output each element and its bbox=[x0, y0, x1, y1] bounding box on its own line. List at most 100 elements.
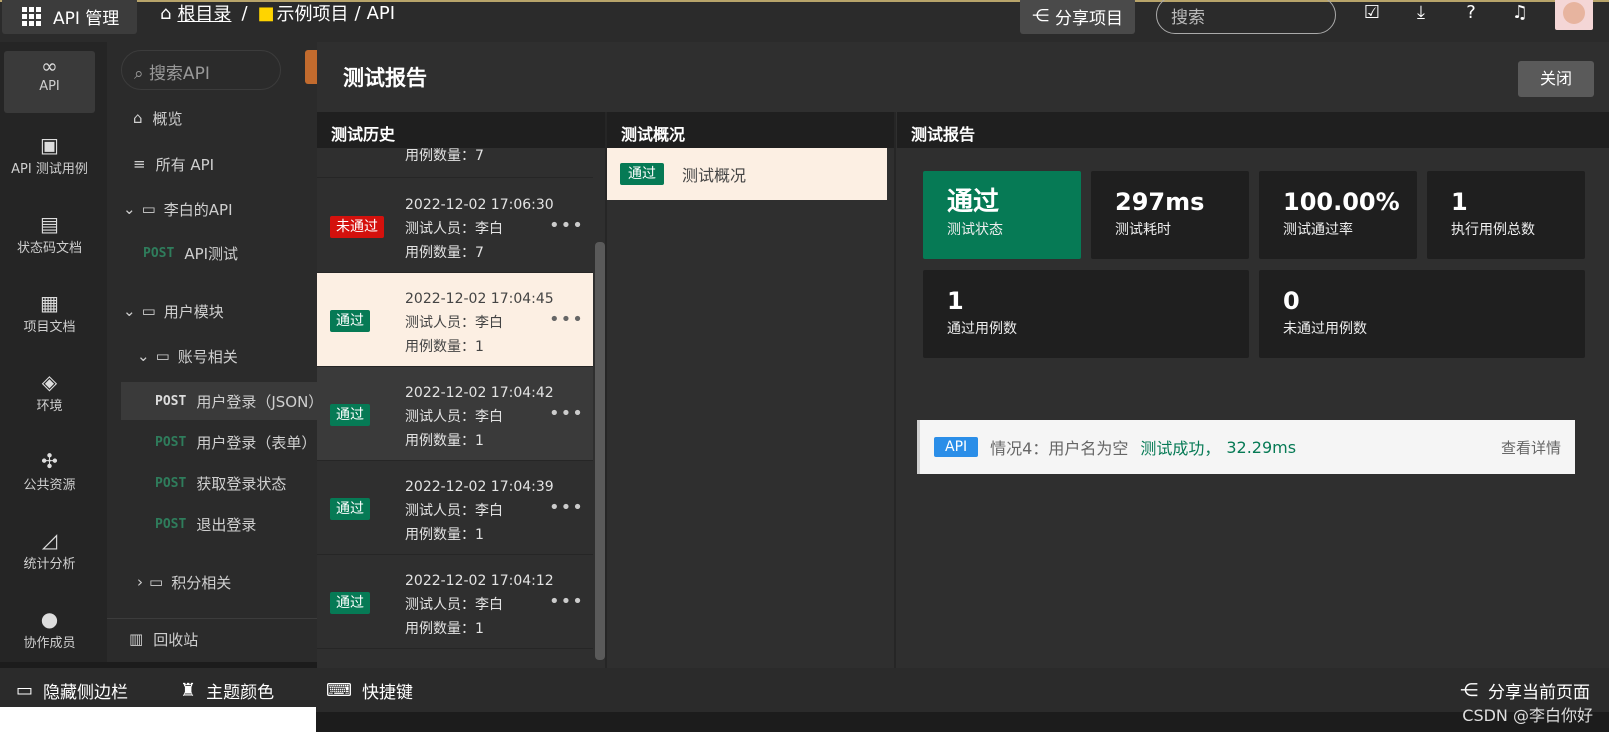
shirt-icon: ♜ bbox=[180, 680, 197, 701]
rail-item-public-resources[interactable]: ✣ 公共资源 bbox=[4, 446, 95, 508]
clipboard-check-icon: ▣ bbox=[40, 133, 59, 157]
tree-api-item[interactable]: POST 退出登录 bbox=[107, 505, 317, 543]
sidebar-icon: ▭ bbox=[16, 680, 34, 701]
api-tag: API bbox=[934, 437, 979, 457]
case-result-row[interactable]: API 情况4：用户名为空 测试成功， 32.29ms 查看详情 bbox=[917, 420, 1575, 474]
overview-item[interactable]: 通过 测试概况 bbox=[607, 148, 887, 200]
history-item[interactable]: 通过 2022-12-02 17:04:12 测试人员：李白 用例数量：1 ••… bbox=[317, 555, 593, 649]
case-status: 测试成功， bbox=[1140, 439, 1221, 458]
history-item[interactable]: 通过 2022-12-02 17:04:45 测试人员：李白 用例数量：1 ••… bbox=[317, 273, 593, 367]
close-button[interactable]: 关闭 bbox=[1518, 61, 1594, 97]
history-item[interactable]: 通过 2022-12-02 17:04:42 测试人员：李白 用例数量：1 ••… bbox=[317, 367, 593, 461]
breadcrumb-root[interactable]: 根目录 bbox=[177, 0, 231, 26]
user-icon: ● bbox=[40, 607, 59, 631]
breadcrumb-api: API bbox=[366, 2, 396, 24]
rail-item-api[interactable]: ∞ API bbox=[4, 51, 95, 113]
tree-folder-user[interactable]: ⌄ ▭ 用户模块 bbox=[107, 292, 317, 330]
tree-folder-points[interactable]: › ▭ 积分相关 bbox=[107, 563, 317, 601]
more-icon[interactable]: ••• bbox=[549, 591, 584, 612]
home-icon: ⌂ bbox=[160, 2, 172, 24]
stat-card-total-cases: 1 执行用例总数 bbox=[1427, 171, 1585, 259]
tree-folder-account[interactable]: ⌄ ▭ 账号相关 bbox=[107, 337, 317, 375]
rail-item-statistics[interactable]: ◿ 统计分析 bbox=[4, 525, 95, 587]
api-manage-button[interactable]: API 管理 bbox=[2, 0, 137, 34]
history-item-details: 2022-12-02 17:04:39 测试人员：李白 用例数量：1 bbox=[405, 479, 554, 543]
status-badge: 通过 bbox=[330, 404, 370, 426]
tree-api-item[interactable]: POST 获取登录状态 bbox=[107, 464, 317, 502]
history-item-details: 2022-12-02 17:04:45 测试人员：李白 用例数量：1 bbox=[405, 291, 554, 355]
chevron-down-icon: ⌄ bbox=[123, 302, 136, 320]
stat-card-failed-cases: 0 未通过用例数 bbox=[1259, 270, 1585, 358]
status-badge: 通过 bbox=[330, 498, 370, 520]
search-input[interactable]: 搜索 bbox=[1156, 0, 1336, 34]
tree-item-overview[interactable]: ⌂ 概览 bbox=[107, 99, 317, 137]
stat-card-duration: 297ms 测试耗时 bbox=[1091, 171, 1249, 259]
history-item-details: 2022-12-02 17:04:42 测试人员：李白 用例数量：1 bbox=[405, 385, 554, 449]
list-icon: ≡ bbox=[133, 155, 146, 173]
shortcuts-button[interactable]: ⌨ 快捷键 bbox=[326, 678, 413, 703]
theme-color-button[interactable]: ♜ 主题颜色 bbox=[180, 678, 274, 703]
search-icon: ⌕ bbox=[134, 64, 149, 84]
chevron-down-icon: ⌄ bbox=[137, 347, 150, 365]
apps-grid-icon bbox=[22, 6, 41, 26]
stat-card-pass-rate: 100.00% 测试通过率 bbox=[1259, 171, 1417, 259]
trash-icon: ▥ bbox=[129, 630, 144, 648]
gift-icon: ■ bbox=[257, 2, 275, 24]
history-item[interactable]: 用例数量：7 bbox=[317, 148, 593, 178]
tree-api-item[interactable]: POST 用户登录（表单） bbox=[107, 423, 317, 461]
more-icon[interactable]: ••• bbox=[549, 309, 584, 330]
column-header-history: 测试历史 bbox=[317, 112, 606, 148]
overview-label: 测试概况 bbox=[682, 166, 747, 185]
column-header-overview: 测试概况 bbox=[607, 112, 894, 148]
rail-item-status-codes[interactable]: ▤ 状态码文档 bbox=[4, 209, 95, 271]
download-icon[interactable]: ⤓ bbox=[1409, 2, 1433, 26]
tree-item-all-api[interactable]: ≡ 所有 API bbox=[107, 145, 317, 183]
folder-icon: ▭ bbox=[141, 200, 156, 218]
divider bbox=[107, 618, 317, 619]
case-name: 情况4：用户名为空 bbox=[990, 439, 1129, 458]
share-icon: ⋲ bbox=[1032, 6, 1049, 26]
checklist-icon[interactable]: ☑ bbox=[1360, 2, 1384, 26]
document-icon: ▤ bbox=[40, 212, 59, 236]
history-item-details: 2022-12-02 17:04:12 测试人员：李白 用例数量：1 bbox=[405, 573, 554, 637]
help-icon[interactable]: ? bbox=[1459, 2, 1483, 26]
rail-item-environment[interactable]: ◈ 环境 bbox=[4, 367, 95, 429]
keyboard-icon: ⌨ bbox=[326, 680, 352, 701]
tree-api-item[interactable]: POST 用户登录（JSON） bbox=[121, 382, 317, 420]
tree-api-item[interactable]: POST API测试 bbox=[107, 234, 317, 272]
cube-icon: ◈ bbox=[41, 370, 58, 394]
view-detail-link[interactable]: 查看详情 bbox=[1501, 437, 1561, 458]
share-page-button[interactable]: ⋲ 分享当前页面 bbox=[1460, 678, 1590, 703]
top-bar: API 管理 ⌂ 根目录 / ■ 示例项目 / API ⋲ 分享项目 搜索 ☑ … bbox=[0, 0, 1609, 42]
more-icon[interactable]: ••• bbox=[549, 403, 584, 424]
breadcrumb-separator: / bbox=[241, 2, 248, 24]
breadcrumb-project[interactable]: 示例项目 bbox=[277, 0, 349, 26]
rail-item-members[interactable]: ● 协作成员 bbox=[4, 604, 95, 666]
more-icon[interactable]: ••• bbox=[549, 497, 584, 518]
avatar[interactable] bbox=[1555, 0, 1593, 30]
hide-sidebar-button[interactable]: ▭ 隐藏侧边栏 bbox=[16, 678, 128, 703]
rail-item-project-docs[interactable]: ▦ 项目文档 bbox=[4, 288, 95, 350]
more-icon[interactable]: ••• bbox=[549, 215, 584, 236]
tree-item-trash[interactable]: ▥ 回收站 bbox=[107, 620, 317, 658]
status-badge: 通过 bbox=[330, 310, 370, 332]
modal-title: 测试报告 bbox=[343, 66, 427, 90]
bell-icon[interactable]: ♫ bbox=[1508, 2, 1532, 26]
rail-item-test-cases[interactable]: ▣ API 测试用例 bbox=[4, 130, 95, 192]
share-project-button[interactable]: ⋲ 分享项目 bbox=[1020, 0, 1135, 34]
test-report-modal: 测试报告 关闭 测试历史 测试概况 测试报告 用例数量：7 未通过 2022-1… bbox=[317, 42, 1609, 668]
chevron-right-icon: › bbox=[137, 573, 143, 591]
column-header-report: 测试报告 bbox=[897, 112, 1609, 148]
history-item[interactable]: 通过 2022-12-02 17:04:39 测试人员：李白 用例数量：1 ••… bbox=[317, 461, 593, 555]
stat-card-passed-cases: 1 通过用例数 bbox=[923, 270, 1249, 358]
watermark: CSDN @李白你好 bbox=[1462, 706, 1593, 725]
api-search-input[interactable]: ⌕ 搜索API bbox=[121, 50, 281, 90]
book-icon: ▦ bbox=[40, 291, 59, 315]
history-list[interactable]: 用例数量：7 未通过 2022-12-02 17:06:30 测试人员：李白 用… bbox=[317, 148, 593, 660]
breadcrumb-separator: / bbox=[354, 2, 361, 24]
tree-folder-libai[interactable]: ⌄ ▭ 李白的API bbox=[107, 190, 317, 228]
history-scrollbar[interactable] bbox=[595, 242, 605, 660]
chart-icon: ◿ bbox=[41, 528, 58, 552]
history-item[interactable]: 未通过 2022-12-02 17:06:30 测试人员：李白 用例数量：7 •… bbox=[317, 179, 593, 273]
bottom-bar: ▭ 隐藏侧边栏 ♜ 主题颜色 ⌨ 快捷键 ⋲ 分享当前页面 bbox=[0, 668, 1609, 712]
